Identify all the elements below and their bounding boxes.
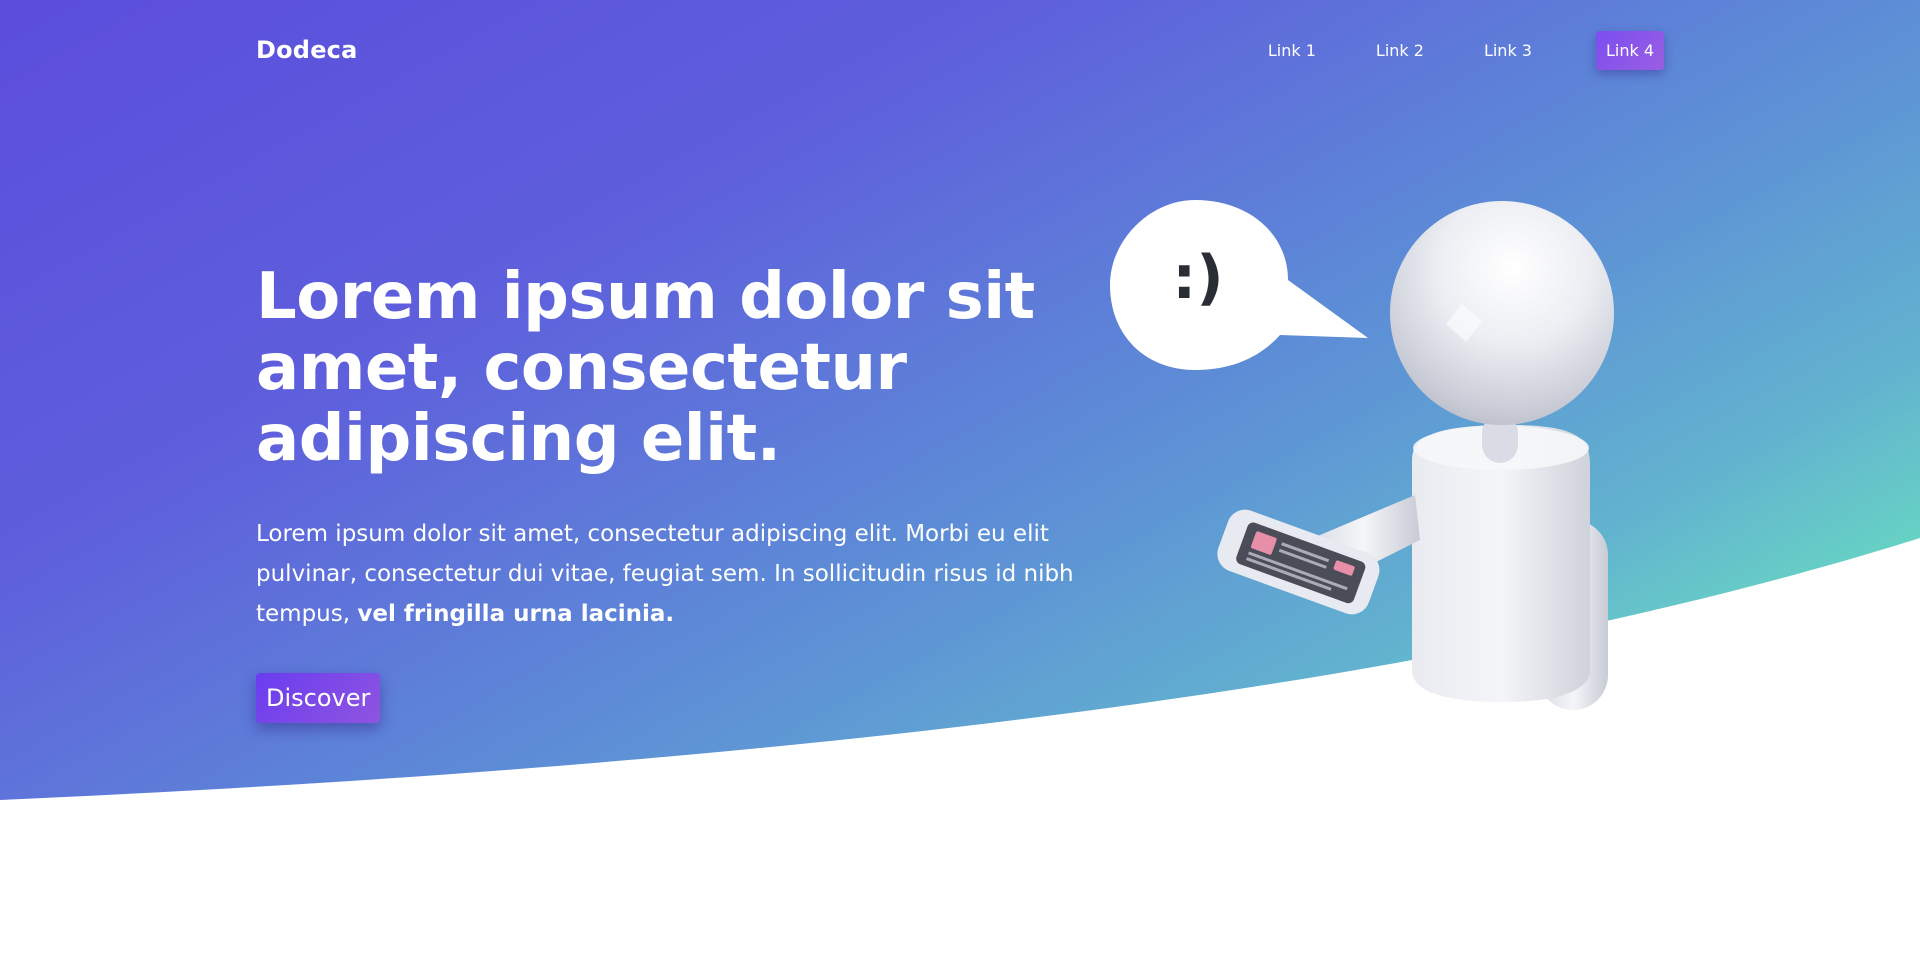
brand-logo[interactable]: Dodeca (256, 36, 358, 64)
discover-button[interactable]: Discover (256, 673, 381, 723)
nav-link-2[interactable]: Link 2 (1376, 41, 1424, 60)
hero-background (0, 0, 1920, 800)
hero-title: Lorem ipsum dolor sit amet, consectetur … (256, 260, 1035, 476)
top-nav: Dodeca Link 1 Link 2 Link 3 Link 4 (256, 20, 1664, 80)
nav-link-4-button[interactable]: Link 4 (1595, 30, 1664, 70)
landing-page: Dodeca Link 1 Link 2 Link 3 Link 4 Lorem… (0, 0, 1920, 979)
robot-illustration: :) (1110, 200, 1614, 710)
smiley-face-text: :) (1172, 243, 1223, 313)
hero-body: Lorem ipsum dolor sit amet, consectetur … (256, 514, 1096, 634)
hero-body-bold: vel fringilla urna lacinia. (357, 601, 675, 627)
nav-link-3[interactable]: Link 3 (1484, 41, 1532, 60)
nav-link-1[interactable]: Link 1 (1268, 41, 1316, 60)
speech-bubble: :) (1110, 200, 1368, 370)
robot-head (1390, 201, 1614, 425)
nav-links: Link 1 Link 2 Link 3 Link 4 (1268, 30, 1664, 70)
